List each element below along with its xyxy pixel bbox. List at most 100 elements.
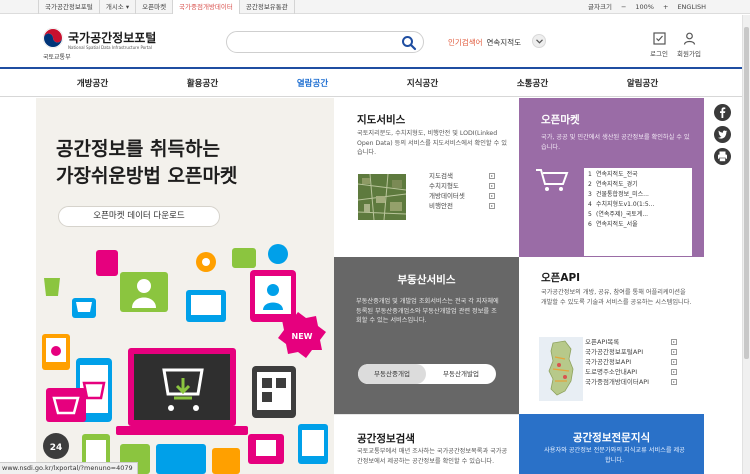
- family-link-openmarket[interactable]: 오픈마켓: [136, 0, 174, 14]
- taegeuk-emblem-icon: [42, 27, 64, 49]
- link-flight-safety[interactable]: 비행안전: [429, 201, 495, 211]
- openmarket-download-button[interactable]: 오픈마켓 데이터 다운로드: [58, 206, 220, 227]
- satellite-map-thumbnail: [358, 174, 406, 220]
- family-link-portal[interactable]: 국가공간정보포털: [38, 0, 100, 14]
- popular-label: 인기검색어: [448, 38, 483, 47]
- tab-development[interactable]: 부동산개발업: [426, 364, 496, 384]
- svg-text:NEW: NEW: [292, 332, 313, 341]
- open-api-links: 오픈API목록 국가공간정보포털API 국가공간정보API 도로명주소안내API…: [585, 337, 677, 387]
- open-api-description: 국가공간정보의 개방, 공유, 참여를 통해 어플리케이션을 개발할 수 있도록…: [541, 289, 692, 306]
- popular-keywords-toggle[interactable]: [532, 34, 546, 48]
- arrow-right-icon: [489, 193, 495, 199]
- user-icon: [683, 32, 695, 45]
- arrow-right-icon: [489, 203, 495, 209]
- nav-item-knowledge[interactable]: 지식공간: [366, 71, 479, 97]
- real-estate-tile[interactable]: 부동산서비스 부동산중개업 및 개발업 조회서비스는 전국 각 지자체에 등록된…: [334, 257, 519, 414]
- search-input[interactable]: [237, 35, 397, 50]
- family-link-notice[interactable]: 개시소 ▾: [100, 0, 137, 14]
- open-market-title: 오픈마켓: [541, 114, 580, 126]
- map-service-links: 지도검색 수치지형도 개방데이터셋 비행안전: [429, 171, 495, 211]
- hero-illustration: NEW 24: [42, 244, 328, 474]
- ranking-item[interactable]: 4 수치지형도v1.0(1:5...: [588, 200, 692, 210]
- arrow-right-icon: [671, 379, 677, 385]
- ranking-item[interactable]: 5 (연속주제)_국토계...: [588, 210, 692, 220]
- arrow-right-icon: [489, 183, 495, 189]
- monitor-illustration: [120, 272, 168, 312]
- site-logo[interactable]: 국가공간정보포털 National Spatial Data Infrastru…: [42, 25, 162, 65]
- zoom-out-button[interactable]: −: [621, 0, 626, 14]
- nav-item-communication[interactable]: 소통공간: [476, 71, 589, 97]
- hero-banner: 공간정보를 취득하는 가장쉬운방법 오픈마켓 오픈마켓 데이터 다운로드 NEW…: [36, 98, 334, 474]
- family-link-open-data[interactable]: 국가중점개방데이터: [173, 0, 240, 14]
- map-service-description: 국토지리분도, 수치지형도, 비행안전 및 LODI(Linked Open D…: [357, 130, 507, 156]
- link-map-search[interactable]: 지도검색: [429, 171, 495, 181]
- hero-title-line2: 가장쉬운방법 오픈마켓: [56, 165, 238, 187]
- expert-knowledge-tile[interactable]: 공간정보전문지식 사용자와 공간정보 전문가와의 지식교류 서비스를 제공합니다…: [519, 414, 704, 474]
- ranking-item[interactable]: 3 건물통합정보_미스...: [588, 190, 692, 200]
- link-open-dataset[interactable]: 개방데이터셋: [429, 191, 495, 201]
- english-link[interactable]: ENGLISH: [677, 0, 706, 14]
- shopping-cart-icon: [536, 169, 569, 191]
- print-icon: [718, 151, 727, 162]
- scrollbar-thumb[interactable]: [744, 27, 749, 359]
- open-market-tile[interactable]: 오픈마켓 국가, 공공 및 민간에서 생산된 공간정보를 확인하실 수 있습니다…: [519, 98, 704, 257]
- facebook-share-button[interactable]: [714, 104, 731, 121]
- laptop-illustration: [116, 348, 248, 435]
- link-portal-api[interactable]: 국가공간정보포털API: [585, 347, 677, 357]
- nav-item-open[interactable]: 개방공간: [36, 71, 149, 97]
- real-estate-title: 부동산서비스: [397, 274, 456, 286]
- ranking-item[interactable]: 1 연속지적도_전국: [588, 170, 692, 180]
- popular-keyword-value[interactable]: 연속지적도: [487, 38, 522, 47]
- ranking-item[interactable]: 6 연속지적도_서울: [588, 220, 692, 230]
- open-api-title: 오픈API: [541, 272, 581, 284]
- open-market-ranking: 1 연속지적도_전국 2 연속지적도_경기 3 건물통합정보_미스... 4 수치지형도…: [584, 168, 692, 256]
- spatial-search-tile[interactable]: 공간정보검색 국토교통부에서 매년 조사하는 국가공간정보목록과 국가공간정보에…: [334, 414, 519, 474]
- map-service-title: 지도서비스: [357, 114, 406, 126]
- tab-brokerage[interactable]: 부동산중개업: [358, 364, 426, 384]
- expert-knowledge-description: 사용자와 공간정보 전문가와의 지식교류 서비스를 제공합니다.: [544, 447, 685, 464]
- spatial-search-title: 공간정보검색: [357, 433, 415, 445]
- arrow-right-icon: [671, 339, 677, 345]
- expert-knowledge-title: 공간정보전문지식: [572, 432, 651, 444]
- hero-title: 공간정보를 취득하는 가장쉬운방법 오픈마켓: [56, 136, 237, 190]
- print-button[interactable]: [714, 148, 731, 165]
- search-icon[interactable]: [401, 35, 417, 51]
- family-link-distribution[interactable]: 공간정보유통관: [240, 0, 295, 14]
- twitter-share-button[interactable]: [714, 126, 731, 143]
- link-spatial-api[interactable]: 국가공간정보API: [585, 357, 677, 367]
- link-open-data-api[interactable]: 국가중점개방데이터API: [585, 377, 677, 387]
- arrow-right-icon: [671, 349, 677, 355]
- open-market-description: 국가, 공공 및 민간에서 생산된 공간정보를 확인하실 수 있습니다.: [541, 134, 690, 151]
- utility-controls: 글자크기 − 100% + ENGLISH: [588, 0, 706, 14]
- link-digital-topomap[interactable]: 수치지형도: [429, 181, 495, 191]
- vertical-scrollbar[interactable]: [742, 15, 750, 474]
- join-label: 회원가입: [677, 50, 701, 58]
- chevron-down-icon: [536, 39, 543, 44]
- popular-keywords[interactable]: 인기검색어 연속지적도: [448, 37, 521, 48]
- real-estate-tabs: 부동산중개업 부동산개발업: [358, 364, 496, 384]
- join-button[interactable]: 회원가입: [671, 32, 707, 58]
- zoom-in-button[interactable]: +: [663, 0, 668, 14]
- twitter-icon: [718, 130, 728, 139]
- ministry-name: 국토교통부: [43, 54, 71, 61]
- arrow-right-icon: [671, 359, 677, 365]
- ranking-item[interactable]: 2 연속지적도_경기: [588, 180, 692, 190]
- site-subtitle: National Spatial Data Infrastructure Por…: [68, 45, 152, 50]
- open-api-tile[interactable]: 오픈API 국가공간정보의 개방, 공유, 참여를 통해 어플리케이션을 개발할…: [519, 257, 704, 414]
- link-address-api[interactable]: 도로명주소안내API: [585, 367, 677, 377]
- tablet-illustration: [250, 270, 296, 322]
- map-service-tile[interactable]: 지도서비스 국토지리분도, 수치지형도, 비행안전 및 LODI(Linked …: [334, 98, 519, 257]
- family-site-links: 국가공간정보포털 개시소 ▾ 오픈마켓 국가중점개방데이터 공간정보유통관: [38, 0, 295, 14]
- login-icon: [652, 32, 666, 45]
- link-api-list[interactable]: 오픈API목록: [585, 337, 677, 347]
- text-size-label: 글자크기: [588, 3, 612, 11]
- zoom-level: 100%: [635, 3, 654, 11]
- svg-text:24: 24: [50, 443, 63, 453]
- top-utility-bar: 국가공간정보포털 개시소 ▾ 오픈마켓 국가중점개방데이터 공간정보유통관 글자…: [0, 0, 750, 14]
- nav-item-use[interactable]: 활용공간: [146, 71, 259, 97]
- real-estate-description: 부동산중개업 및 개발업 조회서비스는 전국 각 지자체에 등록된 부동산중개업…: [356, 298, 499, 324]
- arrow-right-icon: [671, 369, 677, 375]
- nav-item-browse[interactable]: 열람공간: [256, 71, 369, 97]
- nav-item-notice[interactable]: 알림공간: [586, 71, 699, 97]
- main-navigation: 개방공간 활용공간 열람공간 지식공간 소통공간 알림공간: [0, 71, 750, 97]
